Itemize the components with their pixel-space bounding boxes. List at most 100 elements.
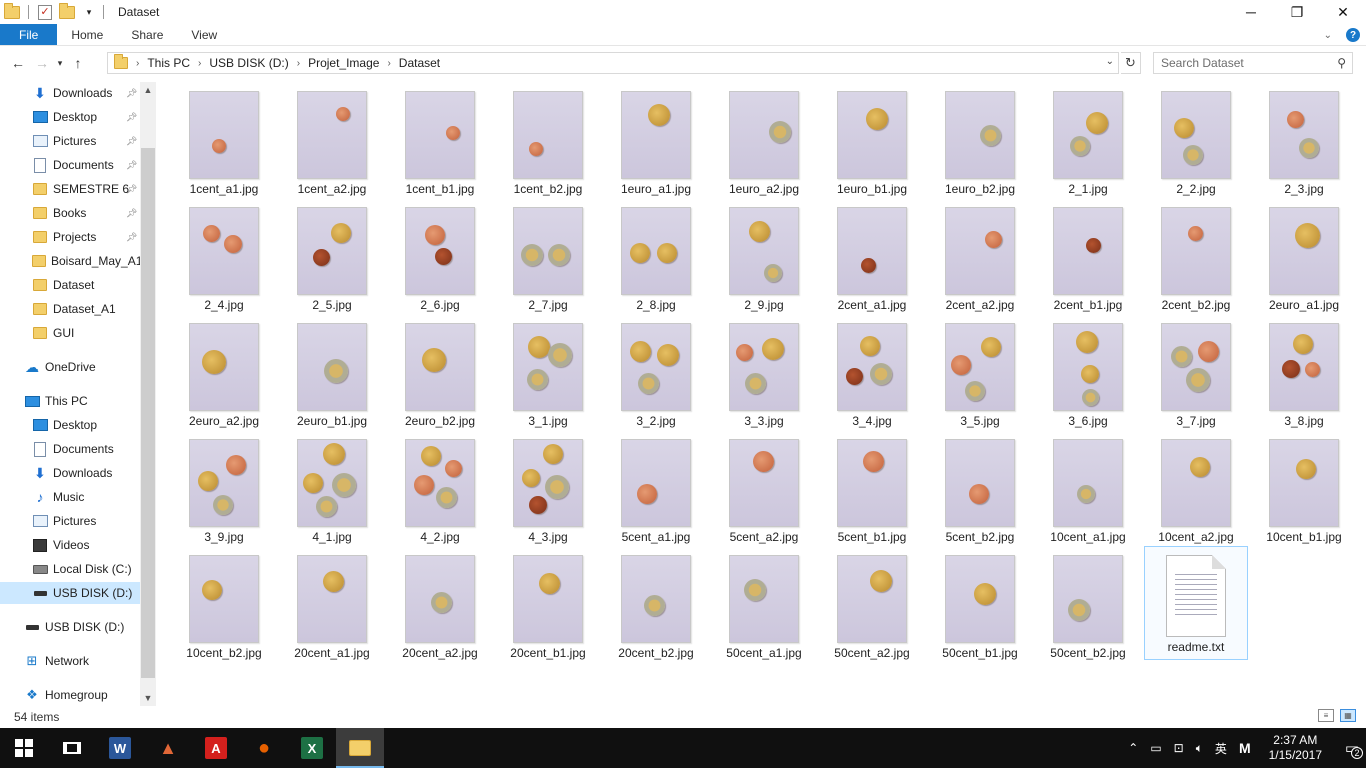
taskbar-matlab[interactable]: ▲ <box>144 728 192 768</box>
sidebar-item[interactable]: Pictures <box>0 510 140 532</box>
file-item[interactable]: 1euro_b1.jpg <box>820 82 924 196</box>
pin-icon[interactable]: 📌︎ <box>126 184 137 195</box>
action-center-button[interactable]: ▭ 2 <box>1338 728 1366 768</box>
file-item[interactable]: 10cent_b1.jpg <box>1252 430 1356 544</box>
file-item[interactable]: 5cent_a1.jpg <box>604 430 708 544</box>
file-item[interactable]: 3_9.jpg <box>172 430 276 544</box>
sidebar-item[interactable]: Dataset <box>0 274 140 296</box>
large-icons-view-button[interactable]: ▦ <box>1340 709 1356 722</box>
file-item[interactable]: 3_6.jpg <box>1036 314 1140 428</box>
sidebar-item[interactable]: Dataset_A1 <box>0 298 140 320</box>
sidebar-item[interactable]: USB DISK (D:) <box>0 616 140 638</box>
file-item[interactable]: 1cent_a1.jpg <box>172 82 276 196</box>
file-item[interactable]: 2euro_a1.jpg <box>1252 198 1356 312</box>
tab-share[interactable]: Share <box>117 24 177 45</box>
file-item[interactable]: 2_3.jpg <box>1252 82 1356 196</box>
pin-icon[interactable]: 📌︎ <box>126 232 137 243</box>
properties-icon[interactable]: ✓ <box>37 4 53 20</box>
network-icon[interactable]: ⊡ <box>1174 741 1184 755</box>
address-bar[interactable]: › This PC › USB DISK (D:) › Projet_Image… <box>107 52 1119 74</box>
sidebar-item[interactable]: ⬇ Downloads 📌︎ <box>0 82 140 104</box>
file-item[interactable]: 1euro_a1.jpg <box>604 82 708 196</box>
chevron-right-icon[interactable]: › <box>297 58 300 69</box>
breadcrumb-this-pc[interactable]: This PC <box>147 56 190 70</box>
file-item[interactable]: 2euro_a2.jpg <box>172 314 276 428</box>
pin-icon[interactable]: 📌︎ <box>126 88 137 99</box>
details-view-button[interactable]: ≡ <box>1318 709 1334 722</box>
sidebar-item[interactable]: Desktop <box>0 414 140 436</box>
file-item[interactable]: 2euro_b2.jpg <box>388 314 492 428</box>
sidebar-item[interactable]: ☁ OneDrive <box>0 356 140 378</box>
file-item[interactable]: 2cent_a1.jpg <box>820 198 924 312</box>
sidebar-item[interactable]: USB DISK (D:) <box>0 582 140 604</box>
battery-icon[interactable]: ▭ <box>1150 741 1161 755</box>
sidebar-item[interactable]: ❖ Homegroup <box>0 684 140 706</box>
refresh-button[interactable]: ↻ <box>1121 52 1141 74</box>
tab-home[interactable]: Home <box>57 24 117 45</box>
file-item[interactable]: 3_7.jpg <box>1144 314 1248 428</box>
file-item[interactable]: 5cent_a2.jpg <box>712 430 816 544</box>
file-item[interactable]: 2_1.jpg <box>1036 82 1140 196</box>
taskbar-file-explorer[interactable] <box>336 728 384 768</box>
pin-icon[interactable]: 📌︎ <box>126 136 137 147</box>
sidebar-item[interactable]: Documents <box>0 438 140 460</box>
file-item[interactable]: 3_2.jpg <box>604 314 708 428</box>
file-item[interactable]: 4_2.jpg <box>388 430 492 544</box>
sidebar-item[interactable]: Boisard_May_A1 <box>0 250 142 272</box>
search-input[interactable] <box>1161 56 1331 70</box>
task-view-button[interactable] <box>48 728 96 768</box>
file-item[interactable]: 50cent_a1.jpg <box>712 546 816 660</box>
up-button[interactable]: ↑ <box>66 51 90 75</box>
file-item[interactable]: 2cent_b2.jpg <box>1144 198 1248 312</box>
sidebar-scrollbar[interactable]: ▲ ▼ <box>140 82 156 706</box>
file-item[interactable]: 3_4.jpg <box>820 314 924 428</box>
sidebar-item[interactable]: Documents 📌︎ <box>0 154 140 176</box>
file-item[interactable]: 1cent_b2.jpg <box>496 82 600 196</box>
file-item[interactable]: 2cent_a2.jpg <box>928 198 1032 312</box>
start-button[interactable] <box>0 728 48 768</box>
close-button[interactable]: ✕ <box>1320 0 1366 24</box>
chevron-down-icon[interactable]: ⌄ <box>1106 56 1114 67</box>
breadcrumb-projet-image[interactable]: Projet_Image <box>308 56 379 70</box>
scroll-down-icon[interactable]: ▼ <box>140 690 156 706</box>
help-icon[interactable]: ? <box>1346 28 1360 42</box>
file-item[interactable]: 50cent_b2.jpg <box>1036 546 1140 660</box>
file-item[interactable]: 10cent_b2.jpg <box>172 546 276 660</box>
file-item[interactable]: 2_5.jpg <box>280 198 384 312</box>
sidebar-item[interactable]: ♪ Music <box>0 486 140 508</box>
scroll-up-icon[interactable]: ▲ <box>140 82 156 98</box>
chevron-up-icon[interactable]: ⌃ <box>1128 741 1138 755</box>
file-item[interactable]: 2_2.jpg <box>1144 82 1248 196</box>
sidebar-item[interactable]: ⊞ Network <box>0 650 140 672</box>
clock[interactable]: 2:37 AM 1/15/2017 <box>1269 733 1322 763</box>
taskbar-firefox[interactable]: ● <box>240 728 288 768</box>
file-item[interactable]: 1euro_b2.jpg <box>928 82 1032 196</box>
breadcrumb-usb-disk[interactable]: USB DISK (D:) <box>209 56 288 70</box>
file-item[interactable]: 2cent_b1.jpg <box>1036 198 1140 312</box>
back-button[interactable]: ← <box>6 51 30 75</box>
file-item[interactable]: 3_8.jpg <box>1252 314 1356 428</box>
sidebar-item[interactable]: SEMESTRE 6 📌︎ <box>0 178 140 200</box>
file-item[interactable]: 20cent_a2.jpg <box>388 546 492 660</box>
chevron-right-icon[interactable]: › <box>387 58 390 69</box>
new-folder-icon[interactable] <box>59 2 75 20</box>
volume-icon[interactable]: 🔈︎ <box>1196 741 1203 756</box>
taskbar-excel[interactable]: X <box>288 728 336 768</box>
file-item[interactable]: 3_1.jpg <box>496 314 600 428</box>
taskbar-acrobat[interactable]: A <box>192 728 240 768</box>
sidebar-item[interactable]: Videos <box>0 534 140 556</box>
chevron-right-icon[interactable]: › <box>198 58 201 69</box>
file-item[interactable]: readme.txt <box>1144 546 1248 660</box>
chevron-down-icon[interactable]: ⌄ <box>1324 30 1332 41</box>
file-item[interactable]: 2euro_b1.jpg <box>280 314 384 428</box>
pin-icon[interactable]: 📌︎ <box>126 112 137 123</box>
breadcrumb-dataset[interactable]: Dataset <box>399 56 440 70</box>
sidebar-item[interactable]: GUI <box>0 322 140 344</box>
pin-icon[interactable]: 📌︎ <box>126 160 137 171</box>
file-item[interactable]: 1cent_a2.jpg <box>280 82 384 196</box>
file-item[interactable]: 5cent_b1.jpg <box>820 430 924 544</box>
search-icon[interactable]: ⚲ <box>1337 56 1346 70</box>
sidebar-item[interactable]: Desktop 📌︎ <box>0 106 140 128</box>
sidebar-item[interactable]: Local Disk (C:) <box>0 558 140 580</box>
file-item[interactable]: 4_3.jpg <box>496 430 600 544</box>
